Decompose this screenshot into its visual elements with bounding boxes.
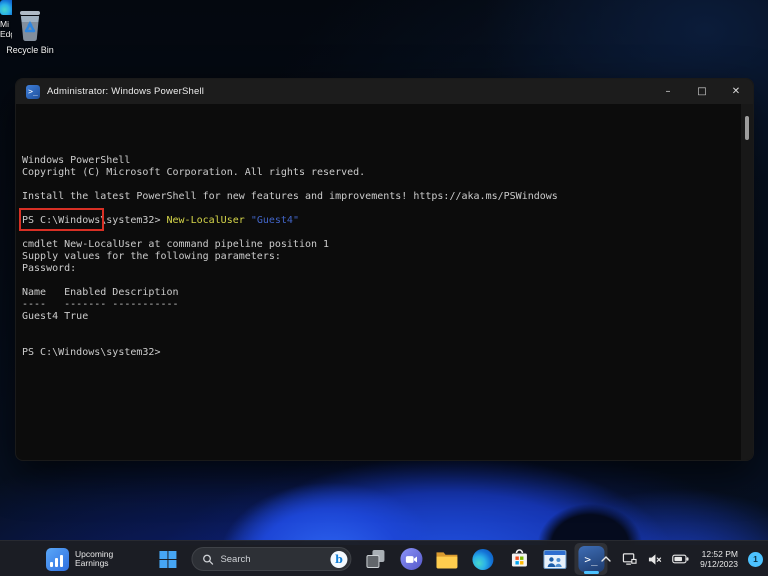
taskbar: Upcoming Earnings Search b >_ 12:52 PM 9… — [0, 540, 768, 576]
maximize-button[interactable]: □ — [685, 79, 719, 104]
chat-camera-icon — [399, 548, 422, 570]
edge-browser-icon — [472, 548, 494, 570]
scrollbar-thumb[interactable] — [745, 116, 749, 140]
scrollbar[interactable] — [741, 104, 753, 460]
windows-logo-icon — [159, 550, 177, 568]
console-line: Windows PowerShell — [22, 155, 131, 166]
widgets-chart-icon — [46, 547, 69, 571]
widgets-text: Upcoming Earnings — [75, 549, 113, 569]
window-title: Administrator: Windows PowerShell — [47, 86, 205, 97]
network-tray-button[interactable] — [618, 544, 641, 574]
tray-overflow-button[interactable] — [596, 544, 616, 574]
folder-icon — [436, 551, 458, 569]
powershell-icon: >_ — [26, 84, 40, 99]
battery-icon — [672, 554, 689, 564]
console-line: cmdlet New-LocalUser at command pipeline… — [22, 239, 330, 250]
microsoft-store-button[interactable] — [502, 543, 535, 575]
search-icon — [203, 554, 214, 565]
store-bag-icon — [511, 549, 527, 567]
notification-badge[interactable]: 1 — [748, 551, 763, 567]
close-button[interactable]: ✕ — [719, 79, 753, 104]
display-network-icon — [622, 553, 637, 565]
console-line: Install the latest PowerShell for new fe… — [22, 191, 558, 202]
chat-button[interactable] — [394, 543, 427, 575]
clock-time: 12:52 PM — [701, 549, 738, 559]
console-output[interactable]: Windows PowerShell Copyright (C) Microsof… — [16, 104, 753, 460]
recycle-bin-desktop-icon[interactable]: Recycle Bin — [4, 8, 56, 55]
battery-tray-button[interactable] — [668, 544, 693, 574]
powershell-window: >_ Administrator: Windows PowerShell – □… — [15, 78, 754, 461]
search-box[interactable]: Search b — [191, 547, 352, 571]
console-line: ---- ------- ----------- — [22, 299, 179, 310]
recycle-bin-icon — [14, 8, 46, 42]
console-line: PS C:\Windows\system32> — [22, 347, 161, 358]
bing-icon: b — [330, 550, 348, 568]
widgets-button[interactable]: Upcoming Earnings — [40, 541, 119, 576]
recycle-bin-label: Recycle Bin — [6, 45, 54, 55]
local-users-app-button[interactable] — [538, 543, 571, 575]
local-users-app-icon — [543, 549, 567, 569]
clock[interactable]: 12:52 PM 9/12/2023 — [695, 549, 743, 569]
console-line: Guest4 True — [22, 311, 89, 322]
file-explorer-button[interactable] — [430, 543, 463, 575]
chevron-up-icon — [601, 556, 611, 562]
task-view-icon — [365, 550, 384, 568]
start-button[interactable] — [151, 543, 184, 575]
search-label: Search — [220, 553, 251, 565]
console-line: Name Enabled Description — [22, 287, 179, 298]
console-line: PS C:\Windows\system32> New-LocalUser "G… — [22, 215, 299, 226]
volume-tray-button[interactable] — [643, 544, 666, 574]
desktop-background: Recycle Bin Mi Edg >_ Administrator: Win… — [0, 0, 768, 576]
console-line: Copyright (C) Microsoft Corporation. All… — [22, 167, 366, 178]
widgets-line2: Earnings — [75, 558, 109, 568]
clock-date: 9/12/2023 — [700, 559, 738, 569]
speaker-muted-icon — [649, 553, 662, 565]
window-titlebar[interactable]: >_ Administrator: Windows PowerShell – □… — [16, 79, 753, 104]
edge-button[interactable] — [466, 543, 499, 575]
minimize-button[interactable]: – — [651, 79, 685, 104]
console-line: Supply values for the following paramete… — [22, 251, 281, 262]
console-line-password: Password: — [22, 263, 77, 274]
task-view-button[interactable] — [358, 543, 391, 575]
